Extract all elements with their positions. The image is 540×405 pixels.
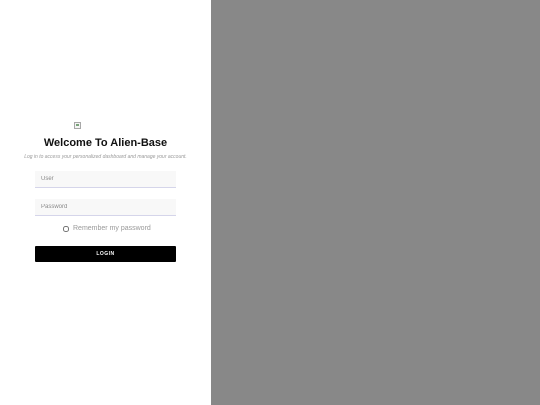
page-title: Welcome To Alien-Base	[43, 137, 168, 149]
user-input[interactable]	[35, 171, 176, 188]
page-subtitle: Log in to access your personalized dashb…	[24, 154, 187, 160]
remember-checkbox[interactable]	[63, 225, 69, 232]
remember-label: Remember my password	[73, 225, 151, 232]
login-panel: Welcome To Alien-Base Log in to access y…	[0, 0, 211, 405]
broken-image-icon	[74, 122, 81, 129]
remember-password[interactable]: Remember my password	[63, 224, 151, 233]
background-panel	[211, 0, 540, 405]
password-input[interactable]	[35, 199, 176, 216]
login-button[interactable]: LOGIN	[35, 246, 176, 262]
